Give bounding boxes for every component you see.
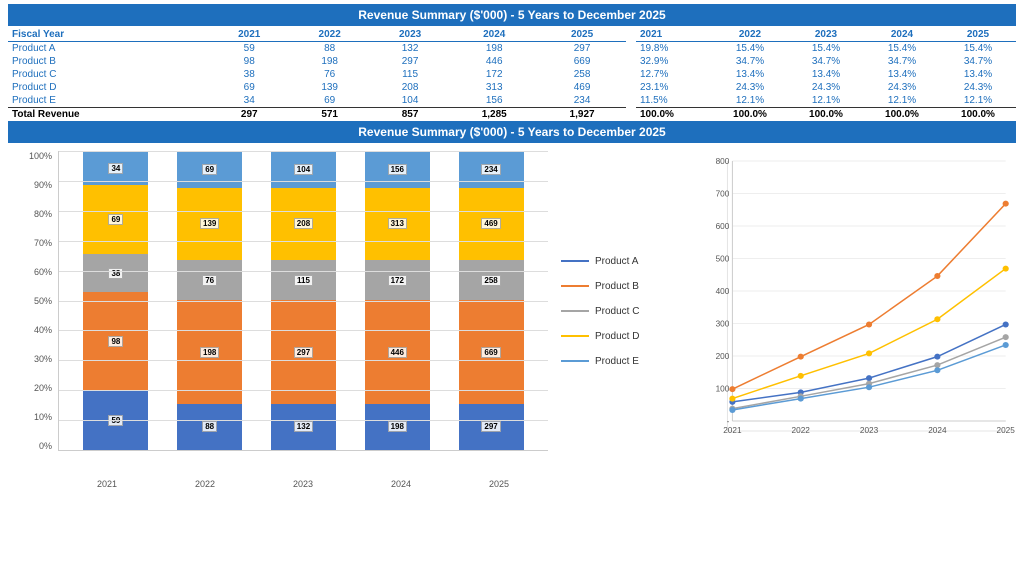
col-header-2025: 2025 [538,28,626,42]
col-header-fiscal: Fiscal Year [8,28,209,42]
legend-line [561,360,589,362]
bottom-section: 0% 10% 20% 30% 40% 50% 60% 70% 80% 90% 1… [0,147,1024,475]
table-row: 32.9%34.7%34.7%34.7%34.7% [636,55,1016,68]
table-row: 11.5%12.1%12.1%12.1%12.1% [636,94,1016,108]
line-chart-container: - 100 200 300 400 500 600 700 800 2021 2022 2023 202… [686,151,1016,471]
svg-text:700: 700 [716,190,730,199]
bar-segment: 98 [83,292,148,390]
bar-chart-area: 0% 10% 20% 30% 40% 50% 60% 70% 80% 90% 1… [8,151,548,471]
svg-text:2022: 2022 [792,426,811,435]
bar-segment: 139 [177,188,242,261]
svg-text:300: 300 [716,320,730,329]
y-axis-labels: 0% 10% 20% 30% 40% 50% 60% 70% 80% 90% 1… [8,151,56,451]
pct-col-2025: 2025 [940,28,1016,42]
bottom-title: Revenue Summary ($'000) - 5 Years to Dec… [8,121,1016,143]
line-series [732,337,1005,409]
bar-segment: 208 [271,188,336,261]
table-row: 12.7%13.4%13.4%13.4%13.4% [636,68,1016,81]
bar-segment: 258 [459,260,524,300]
bar-segment: 313 [365,188,430,261]
right-table: 2021 2022 2023 2024 2025 19.8%15.4%15.4%… [636,28,1016,121]
col-header-2023: 2023 [370,28,450,42]
bar-segment: 669 [459,300,524,404]
bar-segment: 104 [271,151,336,187]
pct-col-2021: 2021 [636,28,712,42]
pct-col-2024: 2024 [864,28,940,42]
legend-line [561,260,589,262]
bar-segment: 297 [459,404,524,450]
bar-segment: 156 [365,151,430,187]
bar-segment: 446 [365,300,430,404]
col-header-2024: 2024 [450,28,538,42]
svg-text:500: 500 [716,255,730,264]
col-header-2022: 2022 [289,28,369,42]
svg-text:200: 200 [716,352,730,361]
right-charts: Product A Product B Product C Product D Prod… [556,151,1016,471]
table-row: 23.1%24.3%24.3%24.3%24.3% [636,81,1016,94]
legend-line [561,310,589,312]
legend-line [561,285,589,287]
bar-segment: 69 [177,151,242,187]
legend-item: Product B [561,281,681,292]
legend-item: Product A [561,256,681,267]
top-section: Revenue Summary ($'000) - 5 Years to Dec… [0,0,1024,121]
table-row: Total Revenue2975718571,2851,927 [8,108,626,122]
svg-text:2023: 2023 [860,426,879,435]
legend-item: Product E [561,356,681,367]
table-row: Product A5988132198297 [8,42,626,56]
bar-segment: 76 [177,260,242,300]
bar-segment: 115 [271,260,336,300]
legend-item: Product C [561,306,681,317]
bar-segment: 234 [459,151,524,187]
svg-text:-: - [727,417,730,426]
table-row: Product B98198297446669 [8,55,626,68]
pct-col-2023: 2023 [788,28,864,42]
svg-text:100: 100 [716,385,730,394]
bar-segment: 132 [271,404,336,450]
table-row: Product D69139208313469 [8,81,626,94]
legend: Product A Product B Product C Product D Prod… [556,151,686,471]
svg-text:800: 800 [716,157,730,166]
bar-segment: 198 [365,404,430,450]
svg-text:2024: 2024 [928,426,947,435]
line-series [732,324,1005,401]
bar-segment: 69 [83,185,148,254]
top-title: Revenue Summary ($'000) - 5 Years to Dec… [8,4,1016,26]
svg-text:2025: 2025 [997,426,1016,435]
bar-segment: 172 [365,260,430,300]
left-table: Fiscal Year 2021 2022 2023 2024 2025 Pro… [8,28,626,121]
line-series [732,204,1005,390]
legend-line [561,335,589,337]
bar-segment: 88 [177,404,242,450]
col-header-2021: 2021 [209,28,289,42]
table-row: Product C3876115172258 [8,68,626,81]
table-row: 100.0%100.0%100.0%100.0%100.0% [636,108,1016,122]
bar-segment: 469 [459,188,524,261]
bar-chart-inner: 5998386934881987613969132297115208104198… [58,151,548,451]
table-row: 19.8%15.4%15.4%15.4%15.4% [636,42,1016,56]
svg-text:2021: 2021 [723,426,742,435]
bar-segment: 38 [83,254,148,292]
pct-col-2022: 2022 [712,28,788,42]
svg-text:600: 600 [716,222,730,231]
bar-segment: 297 [271,300,336,404]
table-row: Product E3469104156234 [8,94,626,108]
main-container: Revenue Summary ($'000) - 5 Years to Dec… [0,0,1024,577]
legend-item: Product D [561,331,681,342]
svg-text:400: 400 [716,287,730,296]
bar-segment: 198 [177,300,242,404]
